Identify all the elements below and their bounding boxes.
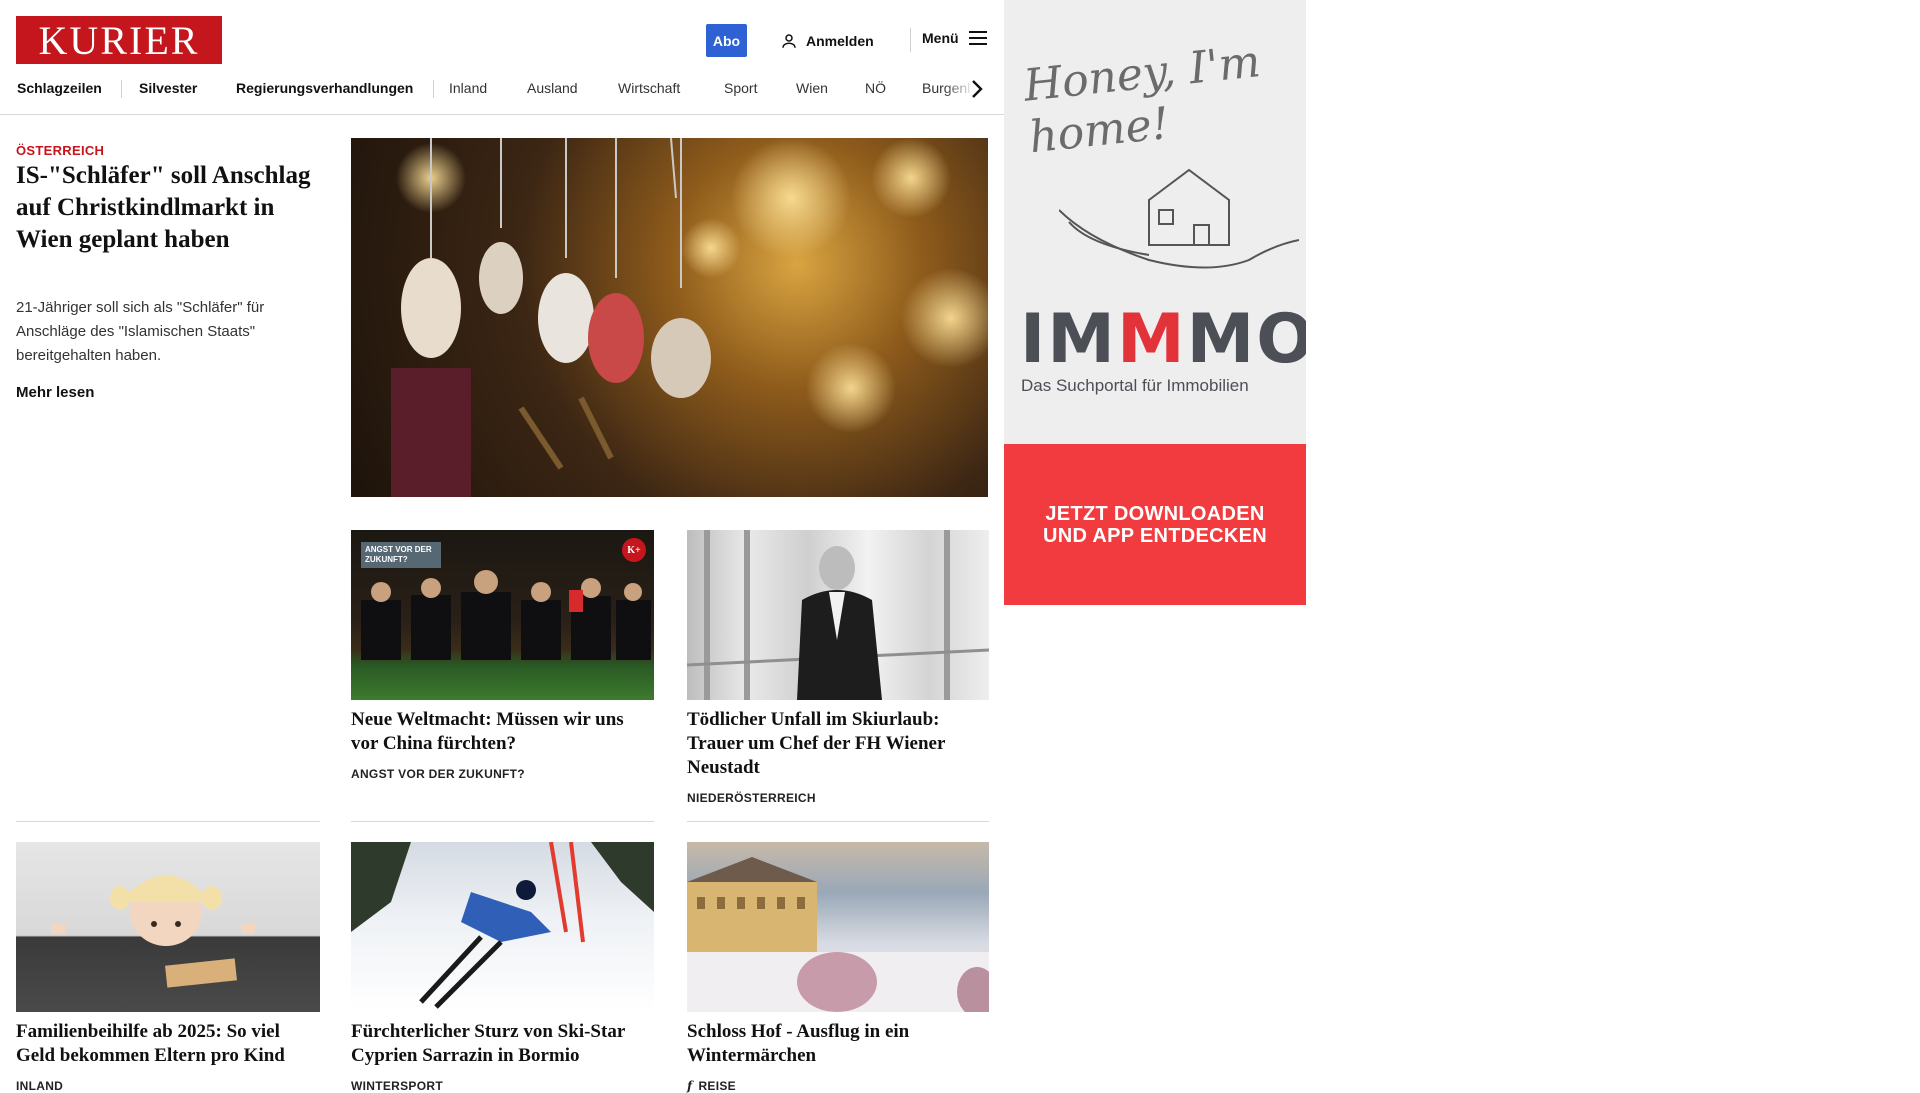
section-divider <box>16 821 320 822</box>
christmas-ornaments-image <box>391 138 988 497</box>
card-kicker[interactable]: ANGST VOR DER ZUKUNFT? <box>351 767 525 781</box>
skier-image <box>351 842 654 1009</box>
card-kicker-label: REISE <box>698 1079 736 1093</box>
menu-label: Menü <box>922 30 959 46</box>
nav-separator <box>433 80 434 98</box>
ad-brand: IMMMO <box>1020 300 1306 379</box>
ad-visual: Honey, I'm home! IMMMO Das Suchportal fü… <box>1004 0 1306 444</box>
nav-item-silvester[interactable]: Silvester <box>139 80 197 96</box>
login-label: Anmelden <box>806 33 874 49</box>
ad-cta-line1: JETZT DOWNLOADEN <box>1045 502 1265 525</box>
nav-item-ausland[interactable]: Ausland <box>527 80 578 96</box>
child-with-money-image <box>51 875 255 988</box>
card-headline[interactable]: Fürchterlicher Sturz von Ski-Star Cyprie… <box>351 1020 654 1068</box>
card-headline[interactable]: Familienbeihilfe ab 2025: So viel Geld b… <box>16 1020 320 1068</box>
card-image-familienbeihilfe[interactable] <box>16 842 320 1012</box>
card-headline[interactable]: Tödlicher Unfall im Skiurlaub: Trauer um… <box>687 708 989 780</box>
card-headline[interactable]: Schloss Hof - Ausflug in ein Wintermärch… <box>687 1020 989 1068</box>
card-image-schloss-hof[interactable] <box>687 842 989 1012</box>
ad-script-text: Honey, I'm home! <box>1021 36 1263 164</box>
card-kicker[interactable]: f REISE <box>687 1079 736 1093</box>
section-divider <box>687 821 989 822</box>
immmo-advertisement[interactable]: Honey, I'm home! IMMMO Das Suchportal fü… <box>1004 0 1306 605</box>
read-more-link[interactable]: Mehr lesen <box>16 384 94 401</box>
card-kicker[interactable]: INLAND <box>16 1079 63 1093</box>
ad-brand-prefix: IM <box>1020 300 1117 379</box>
nav-item-wirtschaft[interactable]: Wirtschaft <box>618 80 680 96</box>
section-divider <box>351 821 654 822</box>
nav-item-schlagzeilen[interactable]: Schlagzeilen <box>17 80 102 96</box>
card-headline[interactable]: Neue Weltmacht: Müssen wir uns vor China… <box>351 708 654 756</box>
castle-winter-image <box>687 857 989 1012</box>
nav-item-sport[interactable]: Sport <box>724 80 757 96</box>
kurier-logo[interactable]: KURIER <box>16 16 222 64</box>
people-meeting-image <box>361 570 651 660</box>
hamburger-icon <box>968 31 987 45</box>
ad-tagline: Das Suchportal für Immobilien <box>1021 376 1249 395</box>
nav-item-noe[interactable]: NÖ <box>865 80 886 96</box>
header-divider <box>910 28 911 52</box>
section-nav: Schlagzeilen Silvester Regierungsverhand… <box>0 74 1004 104</box>
abo-button[interactable]: Abo <box>706 24 747 57</box>
card-kicker[interactable]: NIEDERÖSTERREICH <box>687 791 816 805</box>
flair-icon: f <box>687 1079 693 1093</box>
portrait-man-image <box>687 530 989 700</box>
ad-brand-highlight: M <box>1116 300 1187 379</box>
nav-item-wien[interactable]: Wien <box>796 80 828 96</box>
lead-kicker: ÖSTERREICH <box>16 143 105 158</box>
ad-cta-button[interactable]: JETZT DOWNLOADEN UND APP ENTDECKEN <box>1004 444 1306 605</box>
card-kicker[interactable]: WINTERSPORT <box>351 1079 443 1093</box>
lead-headline[interactable]: IS-"Schläfer" soll An­schlag auf Christk… <box>16 160 316 256</box>
nav-item-regierungsverhandlungen[interactable]: Regierungsverhandlungen <box>236 80 413 96</box>
house-in-hand-icon <box>1059 168 1299 269</box>
menu-button[interactable]: Menü <box>922 30 987 46</box>
lead-image[interactable] <box>351 138 988 497</box>
user-icon <box>782 34 796 48</box>
site-header: KURIER Abo Anmelden Menü Schlagzeilen Si… <box>0 0 1004 115</box>
card-image-china[interactable]: ANGST VOR DER ZUKUNFT? K+ <box>351 530 654 700</box>
ad-cta-line2: UND APP ENTDECKEN <box>1042 524 1268 547</box>
card-image-fh-wiener-neustadt[interactable] <box>687 530 989 700</box>
login-button[interactable]: Anmelden <box>780 30 874 52</box>
ad-brand-suffix: MO <box>1186 300 1306 379</box>
card-image-ski-sturz[interactable] <box>351 842 654 1012</box>
nav-separator <box>121 80 122 98</box>
lead-teaser: 21-Jähriger soll sich als "Schläfer" für… <box>16 299 265 364</box>
chevron-right-icon[interactable] <box>968 78 986 100</box>
nav-item-inland[interactable]: Inland <box>449 80 487 96</box>
